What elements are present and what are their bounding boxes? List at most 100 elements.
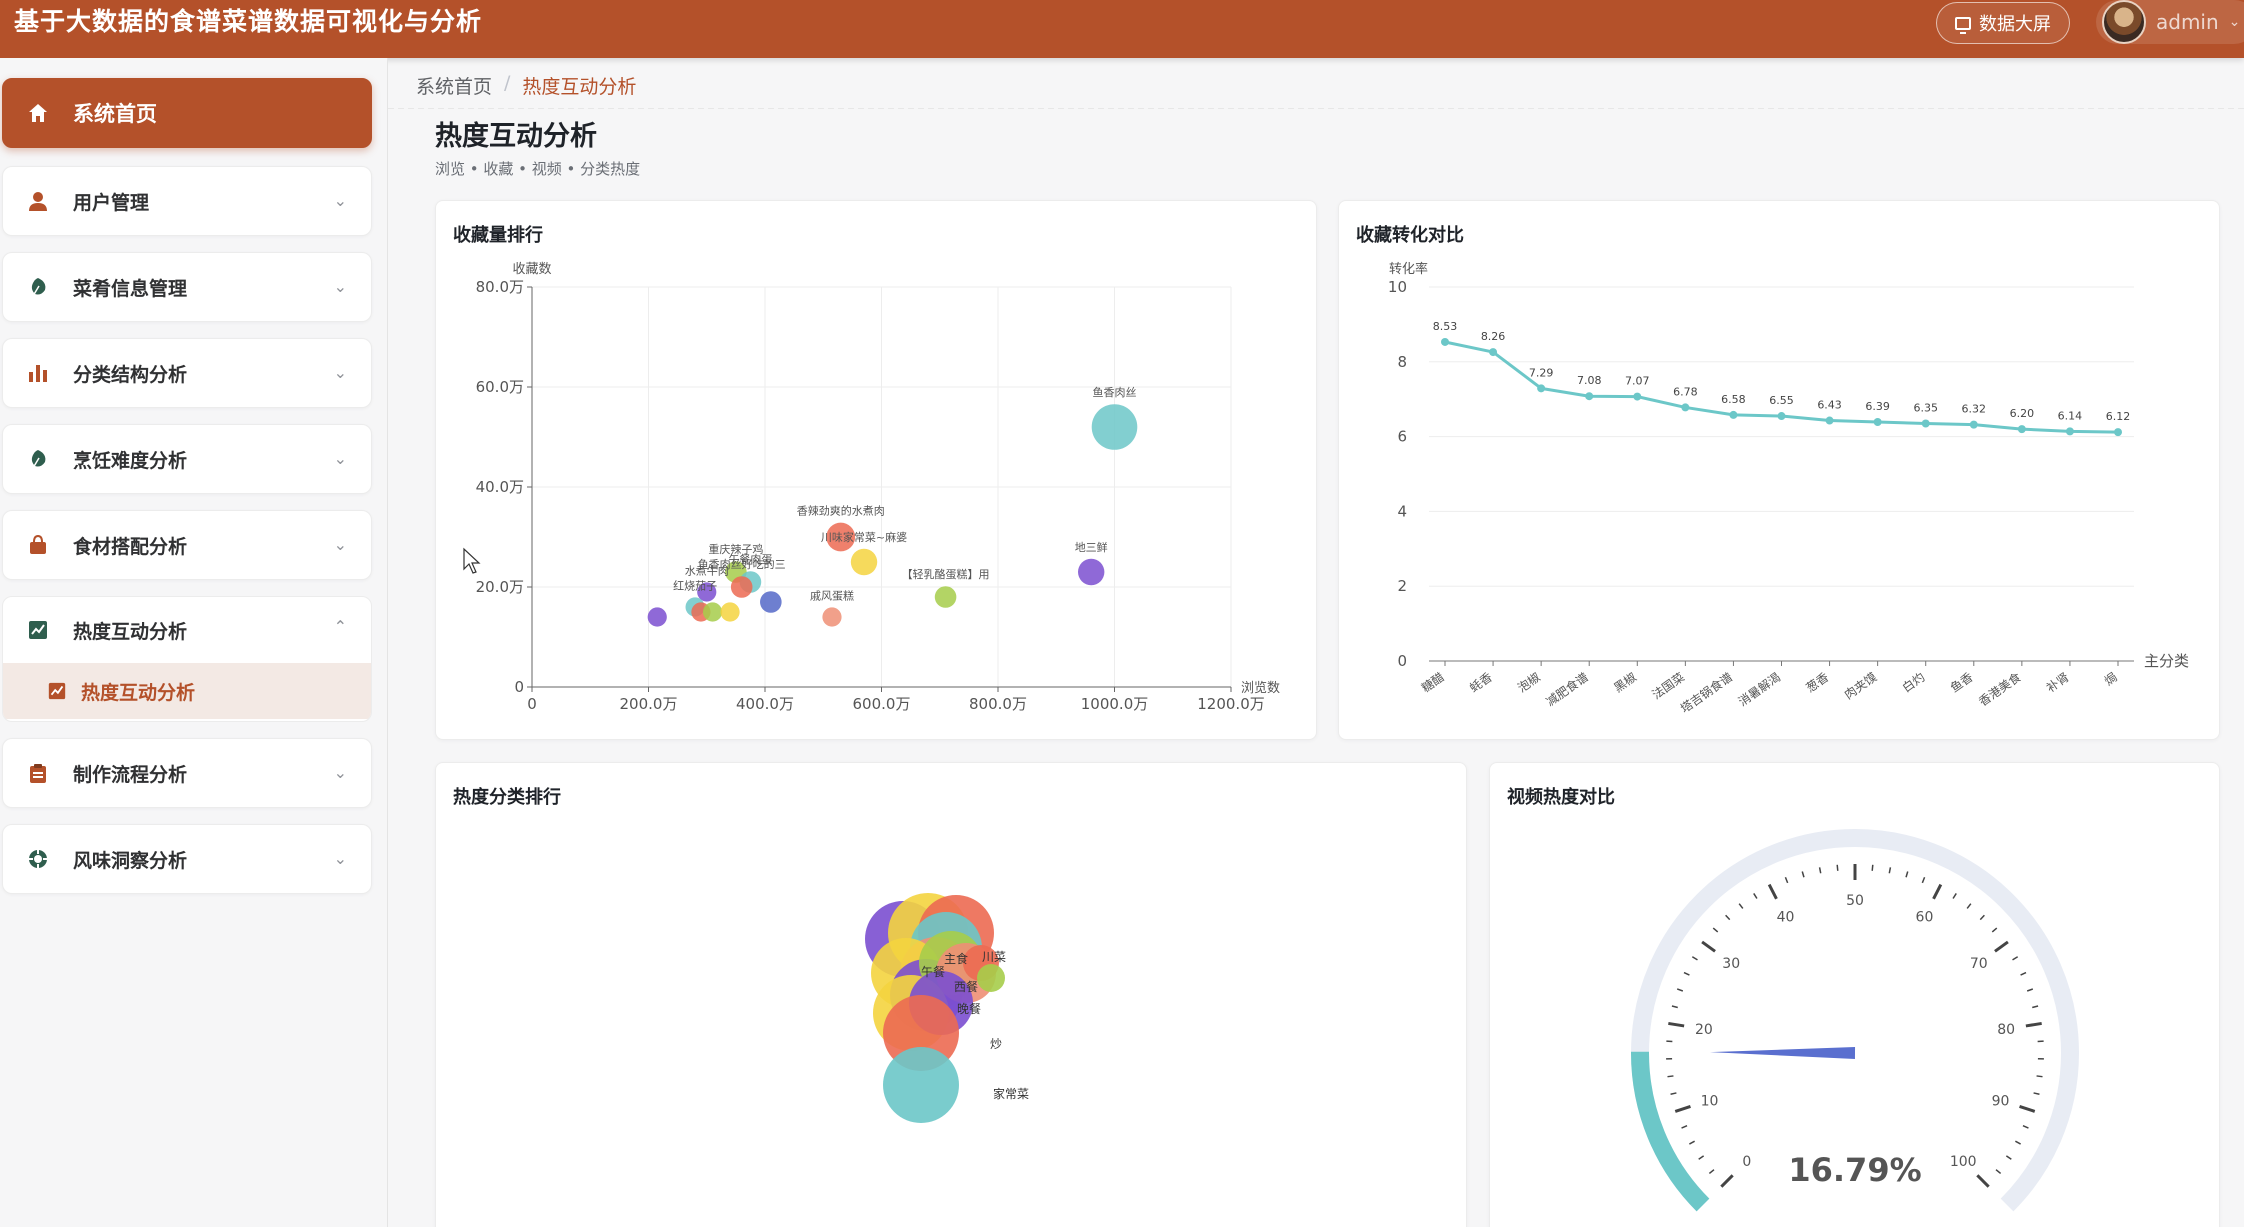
user-menu[interactable]: admin ⌄ [2096,0,2244,44]
point-label: 【轻乳酪蛋糕】用 [902,567,990,581]
gauge-minor-tick [1753,893,1758,899]
sidebar-item-dish-management[interactable]: 菜肴信息管理 ⌄ [2,252,372,322]
x-tick-label: 0 [527,695,537,713]
scatter-point [1091,404,1138,450]
gauge-minor-tick [1991,927,1998,933]
gauge-major-tick [1976,1174,1990,1188]
chevron-down-icon: ⌄ [333,535,347,554]
gauge-major-tick [2019,1105,2036,1113]
gauge-minor-tick [1671,1005,1678,1009]
gauge-tick-label: 50 [1846,893,1864,909]
gauge-minor-tick [1921,876,1926,884]
sidebar-item-heat-analysis[interactable]: 热度互动分析 ⌃ [3,597,371,663]
sidebar-item-label: 分类结构分析 [73,363,188,386]
bubble-label: 主食 [944,951,968,966]
point-label: 红烧茄子 [673,578,717,592]
sidebar-item-flavor-analysis[interactable]: 风味洞察分析 ⌄ [2,824,372,894]
scatter-chart: 0 200.0万 400.0万 600.0万 800.0万 1000.0万 1200.0万 0… [476,262,1280,713]
gauge-minor-tick [2015,1140,2021,1145]
gauge-minor-tick [1670,1092,1677,1095]
data-label: 7.29 [1529,366,1554,379]
gauge-major-tick [1932,883,1943,900]
sidebar: 系统首页 用户管理 ⌄ 菜肴信息管理 ⌄ 分类结构分析 ⌄ 烹饪难度分析 ⌄ 食… [0,58,388,1227]
x-tick-label: 法国菜 [1650,670,1688,702]
gauge-minor-tick [1683,971,1690,976]
bubble-label: 家常菜 [993,1086,1029,1101]
bag-icon [27,534,49,556]
sidebar-item-users[interactable]: 用户管理 ⌄ [2,166,372,236]
x-tick-label: 黑椒 [1611,670,1639,695]
gauge-minor-tick [1995,1169,2002,1175]
line-point [1585,392,1594,401]
gauge-minor-tick [1905,871,1909,878]
scatter-point [720,602,740,622]
point-label: 鱼香肉丝 [1093,385,1137,399]
gauge-minor-tick [1676,988,1684,992]
chevron-down-icon: ⌄ [333,449,347,468]
x-tick-label: 鱼香 [1948,670,1976,695]
gauge-tick-label: 80 [1997,1022,2015,1038]
x-tick-label: 白灼 [1899,669,1927,695]
sidebar-item-label: 用户管理 [73,191,150,214]
home-icon [27,102,49,124]
gauge-value: 16.79% [1788,1151,1921,1189]
breadcrumb: 系统首页 / 热度互动分析 [416,72,636,99]
gauge-minor-tick [1708,1169,1715,1175]
sidebar-item-home[interactable]: 系统首页 [2,78,372,148]
y-tick-label: 10 [1388,278,1407,296]
gauge-minor-tick [1801,871,1805,878]
chevron-up-icon: ⌃ [333,617,347,636]
line-point [1969,420,1978,429]
data-label: 6.35 [1913,402,1938,415]
data-label: 7.07 [1625,375,1650,388]
gauge-major-tick [1701,940,1716,953]
leaf-icon [27,448,49,470]
data-label: 6.78 [1673,385,1698,398]
gauge-minor-tick [1698,1155,1705,1160]
sidebar-item-process-analysis[interactable]: 制作流程分析 ⌄ [2,738,372,808]
gauge-minor-tick [1667,1075,1674,1078]
chevron-down-icon: ⌄ [333,277,347,296]
line-point [1729,410,1738,419]
monitor-icon [1955,16,1971,34]
point-label: 戚风蛋糕 [810,588,854,602]
gauge-major-tick [1767,883,1778,900]
gauge-minor-tick [2005,1155,2012,1160]
gauge-minor-tick [1871,864,1874,871]
y-axis-title: 转化率 [1389,261,1428,277]
gauge-minor-tick [1784,876,1789,884]
data-screen-button[interactable]: 数据大屏 [1936,2,2070,44]
sidebar-subitem-heat-analysis[interactable]: 热度互动分析 [3,663,371,719]
sidebar-item-ingredient-analysis[interactable]: 食材搭配分析 ⌄ [2,510,372,580]
sidebar-item-category-analysis[interactable]: 分类结构分析 ⌄ [2,338,372,408]
breadcrumb-current: 热度互动分析 [522,76,637,98]
line-point [1921,419,1930,428]
line-point [1537,384,1546,393]
avatar[interactable] [2102,0,2146,44]
gauge-minor-tick [2012,956,2019,961]
x-tick-label: 减肥食谱 [1543,669,1591,709]
line-point [1633,392,1642,401]
gauge-minor-tick [2026,988,2034,992]
sidebar-item-label: 热度互动分析 [73,620,188,643]
scatter-point [822,607,842,627]
x-tick-label: 1000.0万 [1081,695,1149,713]
data-label: 8.26 [1481,330,1506,343]
x-tick-label: 消暑解渴 [1736,670,1783,709]
bar-chart-icon [27,362,49,384]
clipboard-icon [27,762,49,784]
sidebar-item-difficulty-analysis[interactable]: 烹饪难度分析 ⌄ [2,424,372,494]
gauge-minor-tick [1689,1140,1695,1145]
x-tick-label: 焗 [2101,669,2119,688]
gauge-minor-tick [1979,914,1985,921]
line-point [1489,348,1498,357]
chevron-down-icon: ⌄ [333,849,347,868]
bubble-label: 西餐 [954,979,978,994]
sidebar-item-label: 食材搭配分析 [73,535,188,558]
x-tick-label: 800.0万 [969,695,1027,713]
sidebar-item-label: 风味洞察分析 [73,849,188,872]
y-tick-label: 4 [1397,502,1407,520]
chevron-down-icon: ⌄ [333,763,347,782]
sidebar-item-label: 系统首页 [73,102,157,126]
breadcrumb-home[interactable]: 系统首页 [416,72,492,99]
